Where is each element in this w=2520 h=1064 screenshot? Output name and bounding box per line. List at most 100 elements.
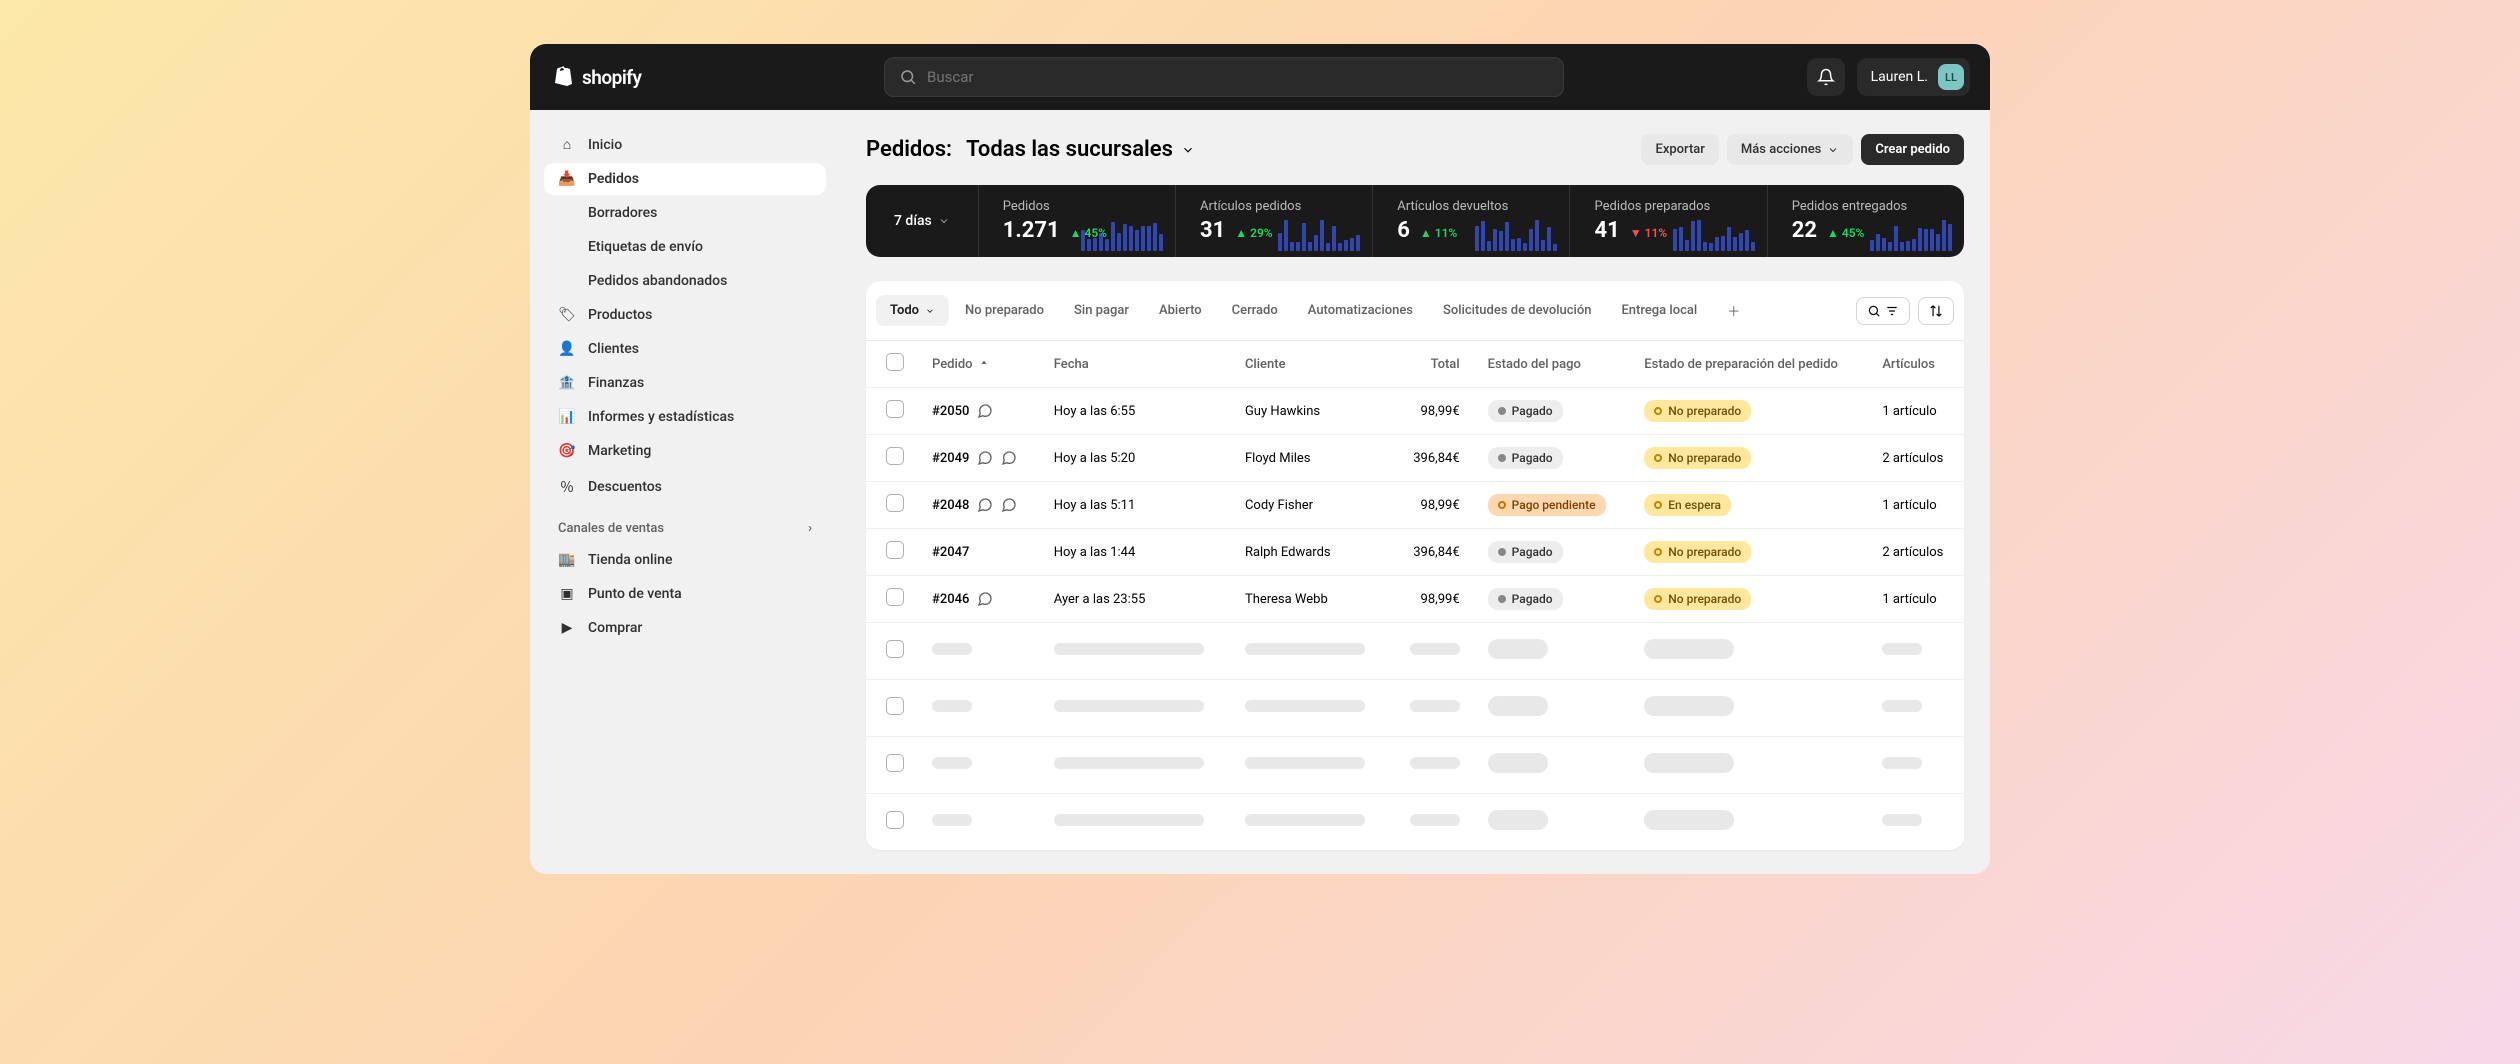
tag-icon: 🏷	[558, 307, 576, 323]
order-items: 2 artículos	[1868, 529, 1964, 576]
tab-todo[interactable]: Todo	[876, 295, 949, 326]
nav-orders[interactable]: 📥Pedidos	[544, 163, 826, 195]
column-customer[interactable]: Cliente	[1231, 341, 1390, 388]
export-button[interactable]: Exportar	[1641, 134, 1718, 165]
tab-abierto[interactable]: Abierto	[1145, 295, 1216, 326]
column-order[interactable]: Pedido	[918, 341, 1040, 388]
buy-icon: ▶	[558, 620, 576, 636]
order-row[interactable]: #2047 Hoy a las 1:44 Ralph Edwards 396,8…	[866, 529, 1964, 576]
sparkline-chart	[1870, 220, 1952, 251]
period-selector[interactable]: 7 días	[866, 185, 979, 257]
order-row[interactable]: #2049 Hoy a las 5:20 Floyd Miles 396,84€…	[866, 435, 1964, 482]
order-total: 98,99€	[1390, 482, 1474, 529]
shopify-icon	[550, 65, 574, 89]
column-payment[interactable]: Estado del pago	[1474, 341, 1631, 388]
payment-badge-paid: Pagado	[1488, 541, 1563, 563]
notifications-button[interactable]	[1807, 58, 1845, 96]
column-items[interactable]: Artículos	[1868, 341, 1964, 388]
nav-products[interactable]: 🏷Productos	[544, 299, 826, 331]
location-filter[interactable]: Todas las sucursales	[966, 137, 1195, 162]
row-checkbox[interactable]	[886, 400, 904, 418]
nav-buy[interactable]: ▶Comprar	[544, 612, 826, 644]
select-all-checkbox[interactable]	[886, 353, 904, 371]
person-icon: 👤	[558, 341, 576, 357]
nav-customers[interactable]: 👤Clientes	[544, 333, 826, 365]
payment-badge-paid: Pagado	[1488, 447, 1563, 469]
nav-shipping-labels[interactable]: Etiquetas de envío	[544, 231, 826, 263]
order-customer: Ralph Edwards	[1231, 529, 1390, 576]
payment-badge-pending: Pago pendiente	[1488, 494, 1606, 516]
nav-discounts[interactable]: ％Descuentos	[544, 469, 826, 505]
row-checkbox[interactable]	[886, 754, 904, 772]
sparkline-chart	[1475, 220, 1557, 251]
tabs-row: Todo No preparadoSin pagarAbiertoCerrado…	[866, 281, 1964, 341]
order-row[interactable]: #2050 Hoy a las 6:55 Guy Hawkins 98,99€ …	[866, 388, 1964, 435]
skeleton-row	[866, 680, 1964, 737]
search-icon	[1867, 304, 1881, 318]
create-order-button[interactable]: Crear pedido	[1861, 134, 1964, 165]
stat-delta: ▲ 29%	[1235, 226, 1272, 240]
order-id: #2050	[932, 404, 969, 419]
order-customer: Theresa Webb	[1231, 576, 1390, 623]
chevron-right-icon[interactable]: ›	[808, 521, 812, 536]
row-checkbox[interactable]	[886, 494, 904, 512]
search-filter-button[interactable]	[1856, 297, 1910, 325]
row-checkbox[interactable]	[886, 640, 904, 658]
tab-cerrado[interactable]: Cerrado	[1218, 295, 1292, 326]
row-checkbox[interactable]	[886, 811, 904, 829]
row-checkbox[interactable]	[886, 447, 904, 465]
order-total: 396,84€	[1390, 435, 1474, 482]
fulfillment-badge-unfulfilled: No preparado	[1644, 541, 1751, 563]
payment-badge-paid: Pagado	[1488, 588, 1563, 610]
user-menu[interactable]: Lauren L. LL	[1857, 58, 1970, 96]
nav-abandoned[interactable]: Pedidos abandonados	[544, 265, 826, 297]
tab-solicitudes-de-devolución[interactable]: Solicitudes de devolución	[1429, 295, 1605, 326]
nav-finance[interactable]: 🏦Finanzas	[544, 367, 826, 399]
order-row[interactable]: #2048 Hoy a las 5:11 Cody Fisher 98,99€ …	[866, 482, 1964, 529]
order-row[interactable]: #2046 Ayer a las 23:55 Theresa Webb 98,9…	[866, 576, 1964, 623]
brand-logo[interactable]: shopify	[550, 65, 641, 89]
row-checkbox[interactable]	[886, 541, 904, 559]
column-total[interactable]: Total	[1390, 341, 1474, 388]
chevron-down-icon	[1827, 144, 1839, 156]
nav-drafts[interactable]: Borradores	[544, 197, 826, 229]
sort-button[interactable]	[1918, 297, 1954, 325]
nav-pos[interactable]: ▣Punto de venta	[544, 578, 826, 610]
skeleton-row	[866, 623, 1964, 680]
stat-card[interactable]: Pedidos entregados 22 ▲ 45%	[1768, 185, 1964, 257]
more-actions-button[interactable]: Más acciones	[1727, 134, 1853, 165]
stat-card[interactable]: Pedidos 1.271 ▲ 45%	[979, 185, 1176, 257]
tab-automatizaciones[interactable]: Automatizaciones	[1294, 295, 1427, 326]
order-id: #2046	[932, 592, 969, 607]
filter-icon	[1885, 304, 1899, 318]
row-checkbox[interactable]	[886, 588, 904, 606]
chevron-down-icon	[925, 306, 935, 316]
stat-delta: ▲ 11%	[1420, 226, 1457, 240]
nav-analytics[interactable]: 📊Informes y estadísticas	[544, 401, 826, 433]
search-input[interactable]	[884, 57, 1564, 97]
orders-icon: 📥	[558, 171, 576, 187]
nav-online-store[interactable]: 🏬Tienda online	[544, 544, 826, 576]
stat-card[interactable]: Artículos pedidos 31 ▲ 29%	[1176, 185, 1373, 257]
order-total: 98,99€	[1390, 576, 1474, 623]
order-id: #2048	[932, 498, 969, 513]
search-field[interactable]	[927, 68, 1549, 86]
bank-icon: 🏦	[558, 375, 576, 391]
tab-sin-pagar[interactable]: Sin pagar	[1060, 295, 1143, 326]
stat-card[interactable]: Artículos devueltos 6 ▲ 11%	[1373, 185, 1570, 257]
stat-value: 22	[1792, 218, 1817, 243]
fulfillment-badge-hold: En espera	[1644, 494, 1731, 516]
stat-label: Pedidos	[1003, 199, 1151, 214]
column-date[interactable]: Fecha	[1040, 341, 1231, 388]
orders-table: Pedido Fecha Cliente Total Estado del pa…	[866, 341, 1964, 850]
column-fulfillment[interactable]: Estado de preparación del pedido	[1630, 341, 1868, 388]
tab-no-preparado[interactable]: No preparado	[951, 295, 1058, 326]
tab-entrega-local[interactable]: Entrega local	[1607, 295, 1711, 326]
add-view-button[interactable]: ＋	[1713, 293, 1754, 328]
row-checkbox[interactable]	[886, 697, 904, 715]
nav-marketing[interactable]: 🎯Marketing	[544, 435, 826, 467]
order-items: 1 artículo	[1868, 576, 1964, 623]
nav-home[interactable]: ⌂Inicio	[544, 128, 826, 161]
stat-label: Pedidos preparados	[1594, 199, 1742, 214]
stat-card[interactable]: Pedidos preparados 41 ▼ 11%	[1570, 185, 1767, 257]
